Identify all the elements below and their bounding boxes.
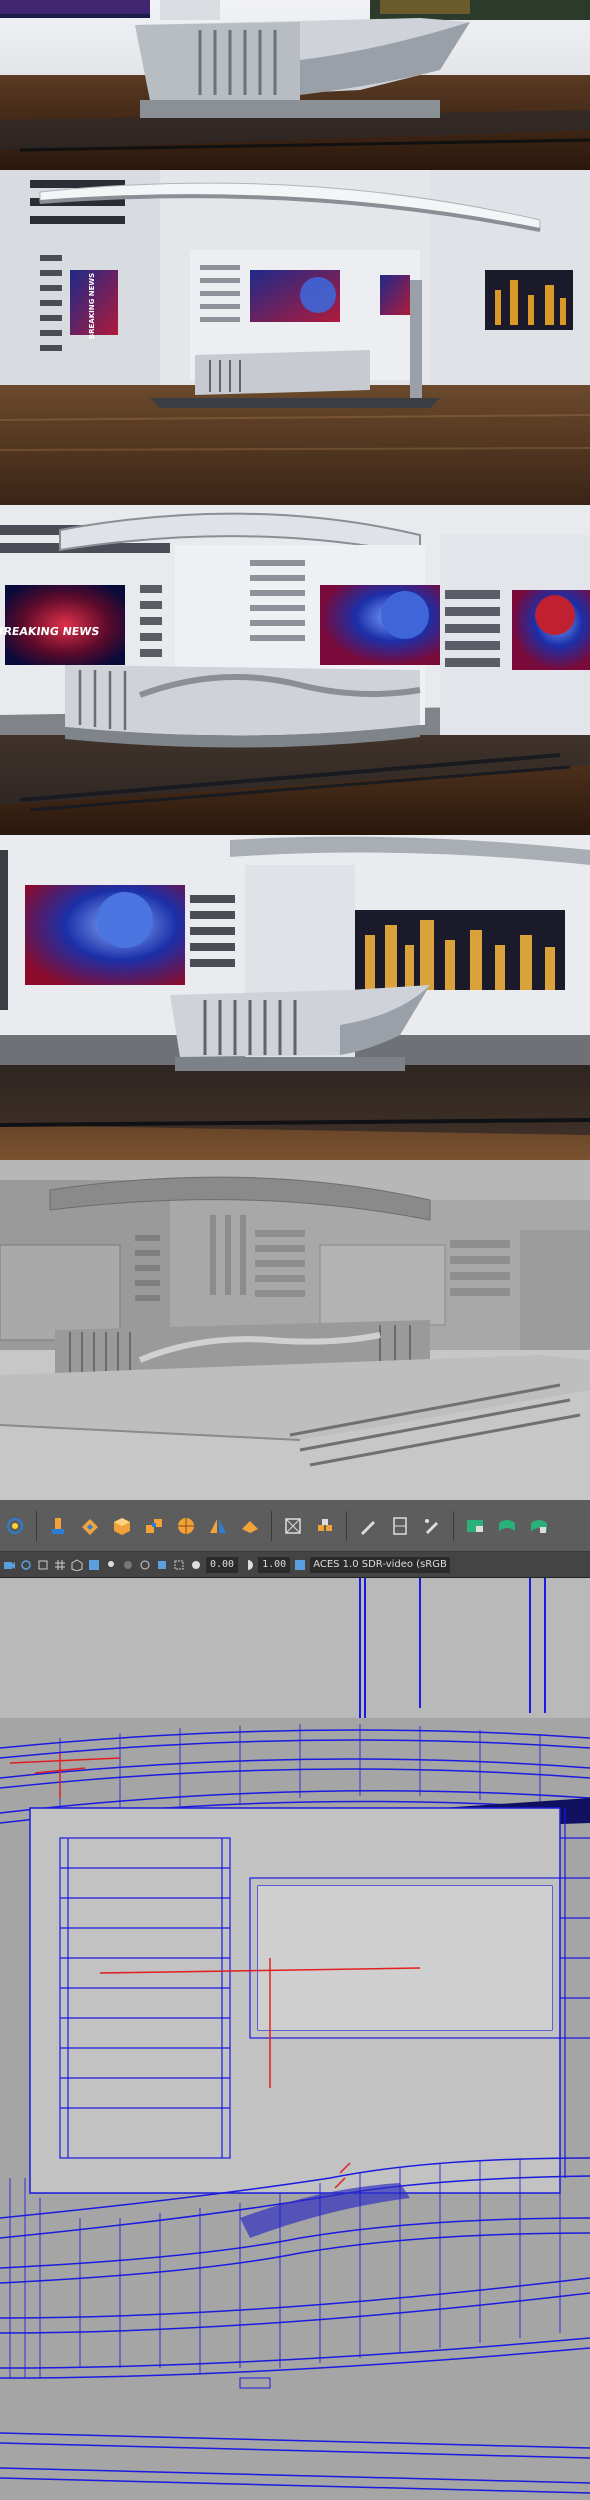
color-space-dropdown[interactable]: ACES 1.0 SDR-video (sRGB [310, 1556, 450, 1573]
toolbar-separator [271, 1510, 272, 1541]
render-view-2: BREAKING NEWS [0, 170, 590, 505]
toolbar-separator [453, 1510, 454, 1541]
paint-icon[interactable] [419, 1513, 445, 1539]
city-screen [350, 910, 565, 990]
lock-camera-icon[interactable] [19, 1558, 33, 1572]
isolate-icon[interactable] [155, 1558, 169, 1572]
bookmark-icon[interactable] [36, 1558, 50, 1572]
clay-render [0, 1160, 590, 1500]
pen-icon[interactable] [355, 1513, 381, 1539]
studio-render-2: BREAKING NEWS [0, 170, 590, 505]
mirror-icon[interactable] [205, 1513, 231, 1539]
toolbar-separator [346, 1510, 347, 1541]
svg-text:BREAKING NEWS: BREAKING NEWS [88, 273, 96, 339]
wireframe-scene [0, 1578, 590, 2500]
frame-icon[interactable] [172, 1558, 186, 1572]
combine-icon[interactable] [141, 1513, 167, 1539]
svg-text:BREAKING NEWS: BREAKING NEWS [0, 625, 100, 638]
grid-icon[interactable] [53, 1558, 67, 1572]
viewport-panel-toolbar: 0.00 1.00 ACES 1.0 SDR-video (sRGB [0, 1552, 590, 1578]
camera-icon[interactable] [2, 1558, 16, 1572]
sphere-icon[interactable] [173, 1513, 199, 1539]
wireframe-icon[interactable] [70, 1558, 84, 1572]
lighting-icon[interactable] [104, 1558, 118, 1572]
uv-layout-icon[interactable] [494, 1513, 520, 1539]
toolbar-separator [36, 1510, 37, 1541]
smoothing-icon[interactable] [2, 1513, 28, 1539]
bridge-icon[interactable] [237, 1513, 263, 1539]
gamma-icon [241, 1558, 255, 1572]
gamma-field[interactable]: 1.00 [258, 1556, 291, 1573]
multicut-icon[interactable] [312, 1513, 338, 1539]
exposure-icon [189, 1558, 203, 1572]
modeling-shelf [0, 1500, 590, 1552]
cube-icon[interactable] [109, 1513, 135, 1539]
target-weld-icon[interactable] [280, 1513, 306, 1539]
wireframe-viewport[interactable] [0, 1578, 590, 2500]
exposure-field[interactable]: 0.00 [206, 1556, 239, 1573]
studio-render-4 [0, 835, 590, 1160]
shadows-icon[interactable] [121, 1558, 135, 1572]
uv-editor-icon[interactable] [462, 1513, 488, 1539]
render-view-4 [0, 835, 590, 1160]
studio-render-3: BREAKING NEWS [0, 505, 590, 835]
render-view-3: BREAKING NEWS [0, 505, 590, 835]
smooth-shade-icon[interactable] [87, 1558, 101, 1572]
xray-icon[interactable] [138, 1558, 152, 1572]
edge-loop-icon[interactable] [387, 1513, 413, 1539]
studio-render-1 [0, 0, 590, 170]
render-view-1 [0, 0, 590, 170]
bevel-icon[interactable] [77, 1513, 103, 1539]
extrude-icon[interactable] [45, 1513, 71, 1539]
color-management-icon[interactable] [293, 1558, 307, 1572]
clay-render-view-5 [0, 1160, 590, 1500]
uv-unfold-icon[interactable] [526, 1513, 552, 1539]
